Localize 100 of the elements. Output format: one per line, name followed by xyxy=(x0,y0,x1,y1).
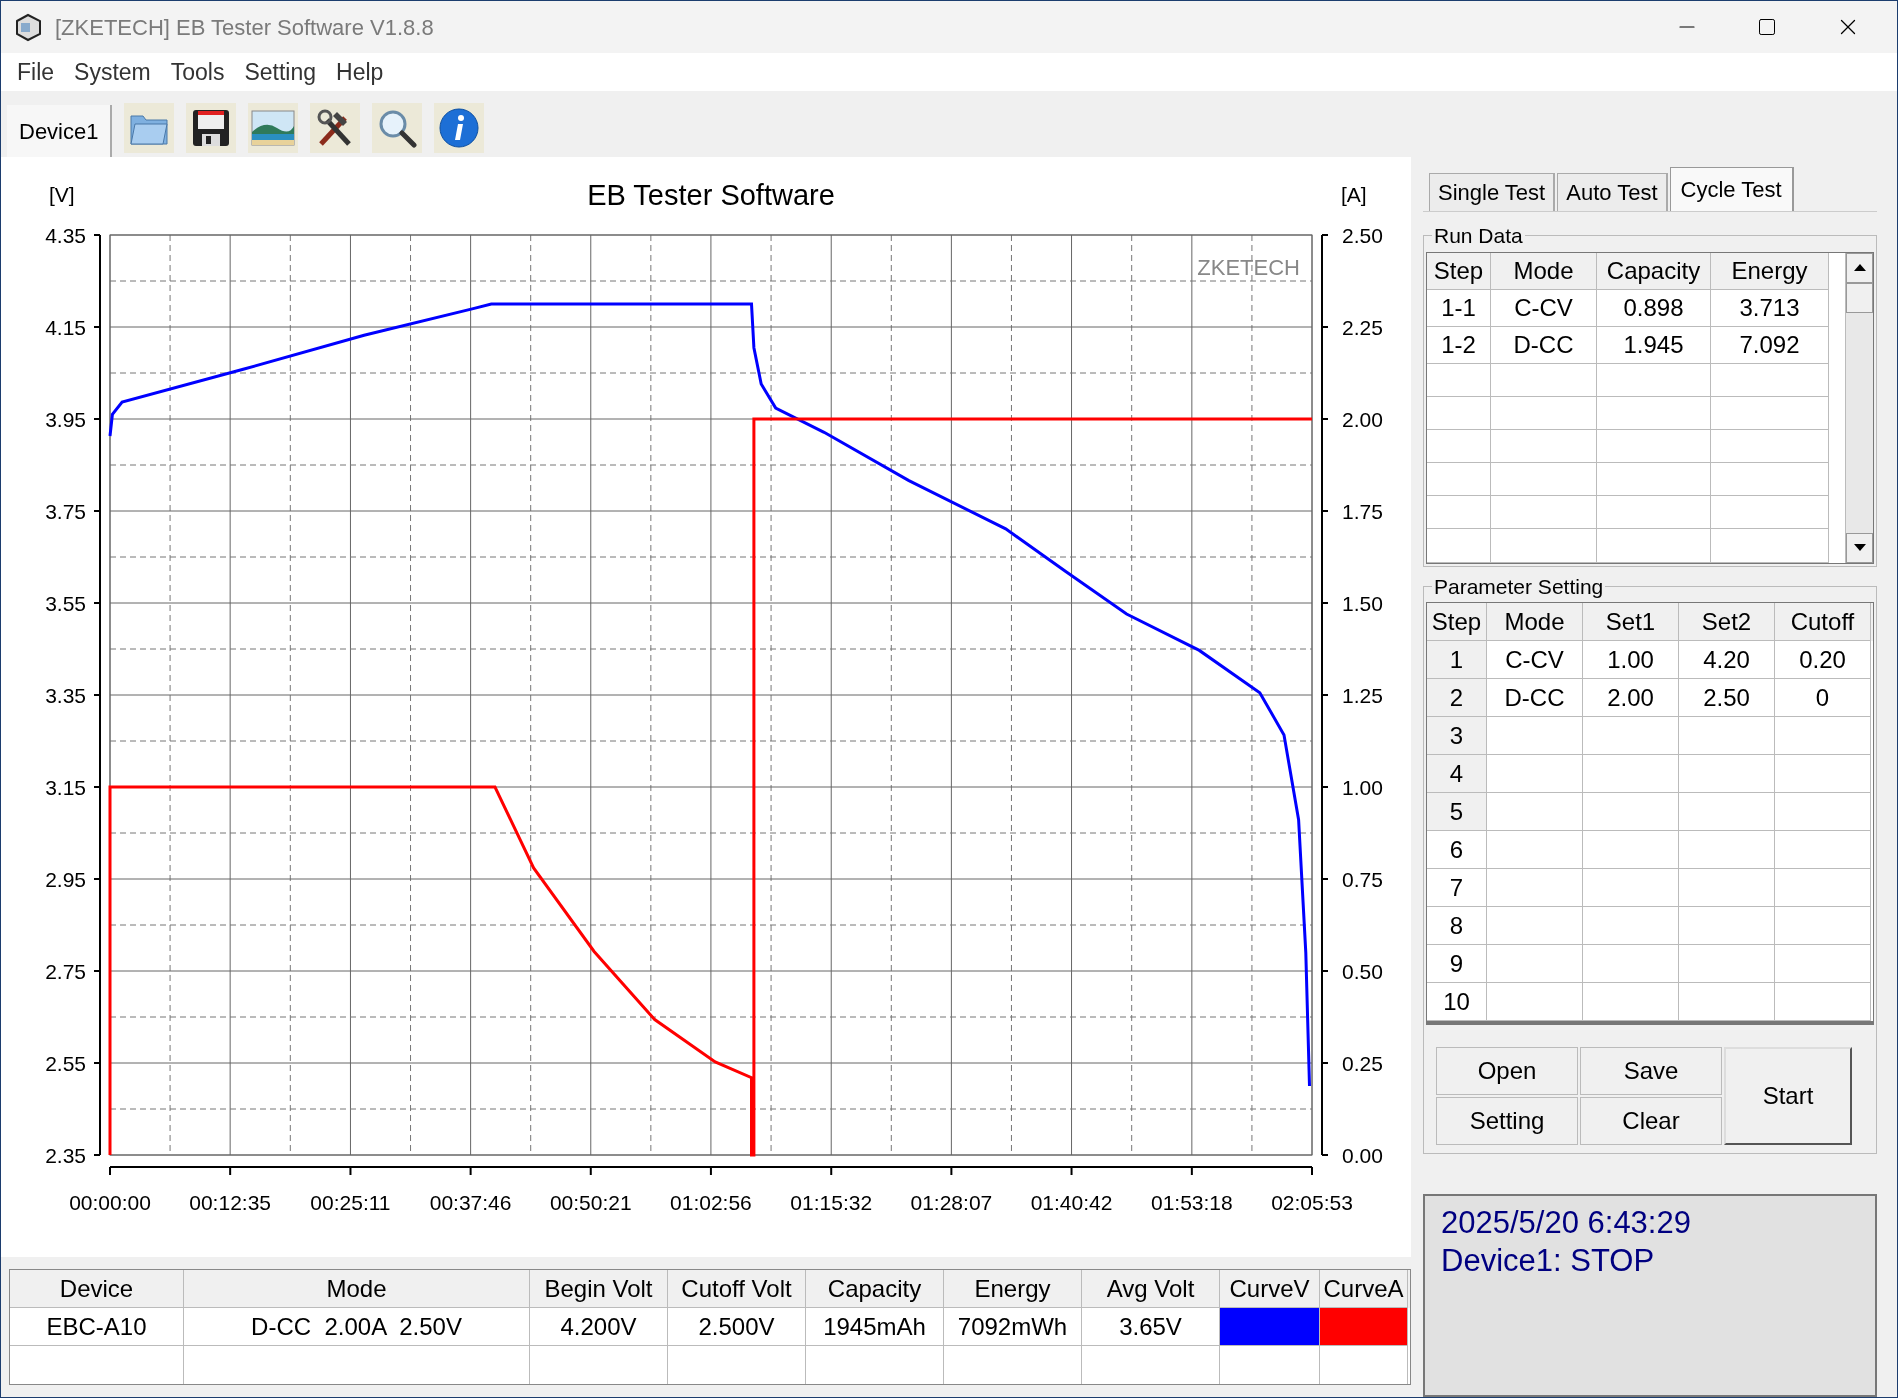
command-button[interactable]: Start xyxy=(1724,1047,1852,1145)
table-cell: 3.713 xyxy=(1711,289,1829,327)
column-header: Energy xyxy=(944,1270,1082,1308)
step-number: 3 xyxy=(1427,717,1487,755)
y-tick-label: 4.15 xyxy=(45,316,86,339)
column-header: Device xyxy=(10,1270,184,1308)
x-tick-label: 02:05:53 xyxy=(1271,1191,1353,1214)
table-cell xyxy=(1427,496,1491,530)
step-number: 5 xyxy=(1427,793,1487,831)
table-cell xyxy=(1427,529,1491,563)
x-tick-label: 01:53:18 xyxy=(1150,1191,1233,1214)
scrollbar-thumb[interactable] xyxy=(1846,282,1873,313)
table-cell: D-CC 2.00A 2.50V xyxy=(184,1308,530,1346)
x-tick-label: 00:12:35 xyxy=(189,1191,272,1214)
table-cell: EBC-A10 xyxy=(10,1308,184,1346)
folder-icon[interactable] xyxy=(124,103,175,153)
x-tick-label: 01:02:56 xyxy=(670,1191,752,1214)
x-tick-label: 00:50:21 xyxy=(549,1191,632,1214)
table-cell: 1945mAh xyxy=(806,1308,944,1346)
tab[interactable]: Cycle Test xyxy=(1669,167,1794,211)
x-tick-label: 01:28:07 xyxy=(910,1191,993,1214)
menu-item[interactable]: System xyxy=(66,54,159,90)
y-tick-label: 0.00 xyxy=(1342,1144,1383,1167)
column-header: Set1 xyxy=(1583,603,1679,641)
menu-item[interactable]: Help xyxy=(328,54,392,90)
column-header: Cutoff Volt xyxy=(668,1270,806,1308)
menu-item[interactable]: Setting xyxy=(236,54,325,90)
table-cell: 1.945 xyxy=(1597,326,1711,364)
y-tick-label: 3.55 xyxy=(45,592,86,615)
table-cell: 2.500V xyxy=(668,1308,806,1346)
tab[interactable]: Auto Test xyxy=(1557,173,1668,211)
landscape-picture-icon[interactable] xyxy=(248,103,299,153)
y-tick-label: 1.50 xyxy=(1342,592,1383,615)
group-title: Parameter Setting xyxy=(1433,573,1605,600)
axis-unit: [A] xyxy=(1341,183,1367,206)
y-tick-label: 3.95 xyxy=(45,408,86,431)
app-icon xyxy=(13,12,43,42)
y-tick-label: 0.50 xyxy=(1342,960,1383,983)
step-number: 7 xyxy=(1427,869,1487,907)
status-text: Device1: STOP xyxy=(1441,1242,1656,1280)
command-button[interactable]: Open xyxy=(1436,1047,1578,1095)
scrollbar[interactable] xyxy=(1845,252,1873,563)
table-cell: 1-2 xyxy=(1427,326,1491,364)
table-cell: 7092mWh xyxy=(944,1308,1082,1346)
column-header: Avg Volt xyxy=(1082,1270,1220,1308)
up-arrow-icon[interactable] xyxy=(1853,264,1866,271)
y-tick-label: 2.75 xyxy=(45,960,86,983)
chart-brand-label: ZKETECH xyxy=(1197,255,1300,280)
table-cell xyxy=(1427,363,1491,397)
step-number: 2 xyxy=(1427,679,1487,717)
y-tick-label: 2.00 xyxy=(1342,408,1383,431)
down-arrow-icon[interactable] xyxy=(1853,544,1866,551)
column-header: Mode xyxy=(1491,252,1597,290)
column-header: Mode xyxy=(184,1270,530,1308)
y-tick-label: 2.35 xyxy=(45,1144,86,1167)
table-cell: 2.00 xyxy=(1583,679,1679,717)
table-cell: 0 xyxy=(1775,679,1871,717)
table-cell: 7.092 xyxy=(1711,326,1829,364)
table-cell: D-CC xyxy=(1491,326,1597,364)
step-number: 1 xyxy=(1427,641,1487,679)
table-cell: 4.200V xyxy=(530,1308,668,1346)
x-tick-label: 00:00:00 xyxy=(69,1191,151,1214)
y-tick-label: 3.75 xyxy=(45,500,86,523)
y-tick-label: 2.95 xyxy=(45,868,86,891)
y-tick-label: 3.15 xyxy=(45,776,86,799)
axis-unit: [V] xyxy=(49,183,75,206)
table-cell: 1.00 xyxy=(1583,641,1679,679)
column-header: Step xyxy=(1427,252,1491,290)
device-tab[interactable]: Device1 xyxy=(7,105,113,157)
y-tick-label: 0.25 xyxy=(1342,1052,1383,1075)
menu-item[interactable]: Tools xyxy=(162,54,233,90)
table-cell: 0.20 xyxy=(1775,641,1871,679)
table-cell: C-CV xyxy=(1487,641,1583,679)
command-button[interactable]: Clear xyxy=(1580,1097,1722,1145)
search-icon[interactable] xyxy=(372,103,423,153)
table-cell: 1-1 xyxy=(1427,289,1491,327)
table-cell: 4.20 xyxy=(1679,641,1775,679)
y-tick-label: 1.00 xyxy=(1342,776,1383,799)
command-button[interactable]: Setting xyxy=(1436,1097,1578,1145)
window-title: [ZKETECH] EB Tester Software V1.8.8 xyxy=(55,13,434,42)
info-icon[interactable] xyxy=(434,103,485,153)
hammer-wrench-icon[interactable] xyxy=(310,103,361,153)
menu-item[interactable]: File xyxy=(9,54,63,90)
column-header: Energy xyxy=(1711,252,1829,290)
y-tick-label: 4.35 xyxy=(45,224,86,247)
group-title: Run Data xyxy=(1433,223,1524,249)
y-tick-label: 2.25 xyxy=(1342,316,1383,339)
table-cell: 0.898 xyxy=(1597,289,1711,327)
table-cell: D-CC xyxy=(1487,679,1583,717)
tab[interactable]: Single Test xyxy=(1429,173,1556,211)
x-tick-label: 00:25:11 xyxy=(310,1191,391,1214)
command-button[interactable]: Save xyxy=(1580,1047,1722,1095)
column-header: Set2 xyxy=(1679,603,1775,641)
y-tick-label: 2.55 xyxy=(45,1052,86,1075)
y-tick-label: 2.50 xyxy=(1342,224,1383,247)
column-header: Cutoff xyxy=(1775,603,1871,641)
table-cell xyxy=(1427,429,1491,463)
step-number: 4 xyxy=(1427,755,1487,793)
x-tick-label: 01:15:32 xyxy=(790,1191,873,1214)
maximize-icon[interactable] xyxy=(1757,17,1777,37)
